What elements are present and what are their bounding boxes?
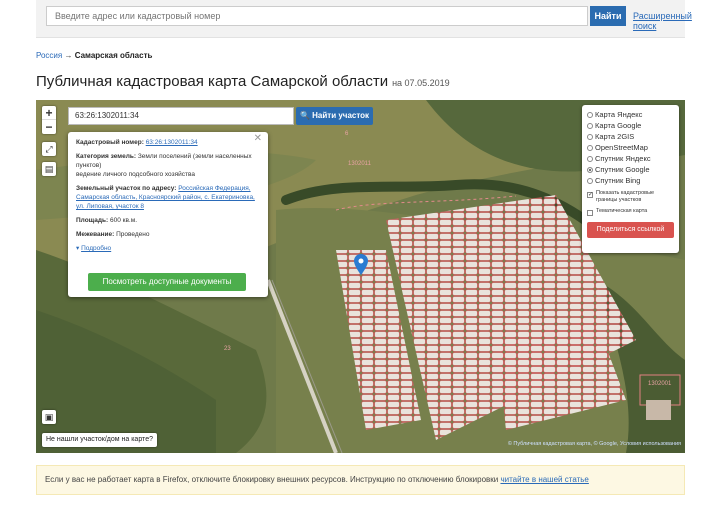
- thematic-map-label: Тематическая карта: [596, 208, 648, 214]
- not-found-button[interactable]: Не нашли участок/дом на карте?: [42, 433, 157, 447]
- show-borders-label: Показать кадастровые границы участков: [596, 190, 655, 203]
- parcel-search-input[interactable]: 63:26:1302011:34: [68, 107, 294, 125]
- share-link-button[interactable]: Поделиться ссылкой: [587, 222, 674, 238]
- radio-icon[interactable]: [587, 156, 593, 162]
- area-row: Площадь: 600 кв.м.: [76, 216, 260, 225]
- layer-label: Карта Google: [595, 121, 642, 130]
- map-label-23: 23: [224, 346, 231, 352]
- layer-option-bing-satellite[interactable]: Спутник Bing: [587, 175, 674, 186]
- layers-panel: Карта Яндекс Карта Google Карта 2GIS Ope…: [582, 105, 679, 253]
- land-category-row: Категория земель: Земли поселений (земли…: [76, 152, 260, 179]
- details-link[interactable]: Подробно: [81, 245, 111, 252]
- radio-icon[interactable]: [587, 145, 593, 151]
- breadcrumb-separator: →: [64, 51, 73, 60]
- layer-option-osm[interactable]: OpenStreetMap: [587, 142, 674, 153]
- map-attribution: © Публичная кадастровая карта, © Google,…: [507, 441, 681, 447]
- layer-option-yandex-map[interactable]: Карта Яндекс: [587, 109, 674, 120]
- layer-option-google-satellite[interactable]: Спутник Google: [587, 164, 674, 175]
- map-label-6: 6: [345, 131, 349, 137]
- land-category-label: Категория земель:: [76, 153, 137, 160]
- checkbox-icon[interactable]: [587, 210, 593, 216]
- page-title-date: на 07.05.2019: [392, 78, 450, 88]
- breadcrumb-current: Самарская область: [74, 51, 153, 60]
- cadastral-number-label: Кадастровый номер:: [76, 139, 144, 146]
- cadastral-map[interactable]: 6 1302011 23 1302001 + − ⤢ ▤ 63:26:13020…: [36, 100, 685, 453]
- breadcrumb-russia-link[interactable]: Россия: [36, 51, 62, 60]
- map-label-1302011: 1302011: [348, 161, 371, 167]
- notice-text: Если у вас не работает карта в Firefox, …: [45, 475, 501, 484]
- radio-icon[interactable]: [587, 134, 593, 140]
- address-row: Земельный участок по адресу: Российская …: [76, 184, 260, 211]
- zoom-in-button[interactable]: +: [42, 106, 56, 120]
- zoom-out-button[interactable]: −: [42, 120, 56, 134]
- find-button[interactable]: Найти: [590, 6, 626, 26]
- land-use-value: ведение личного подсобного хозяйства: [76, 171, 195, 178]
- advanced-search-link[interactable]: Расширенный поиск: [633, 11, 692, 31]
- parcel-info-popup: ✕ Кадастровый номер: 63:26:1302011:34 Ка…: [68, 132, 268, 297]
- notice-article-link[interactable]: читайте в нашей статье: [500, 475, 588, 484]
- layer-option-yandex-satellite[interactable]: Спутник Яндекс: [587, 153, 674, 164]
- thematic-map-toggle[interactable]: Тематическая карта: [587, 208, 674, 216]
- survey-row: Межевание: Проведено: [76, 230, 260, 239]
- zoom-control: + −: [42, 106, 56, 134]
- radio-icon[interactable]: [587, 178, 593, 184]
- layer-option-google-map[interactable]: Карта Google: [587, 120, 674, 131]
- address-search-input[interactable]: [46, 6, 588, 26]
- layer-option-2gis-map[interactable]: Карта 2GIS: [587, 131, 674, 142]
- area-label: Площадь:: [76, 217, 109, 224]
- find-parcel-label: Найти участок: [312, 111, 370, 120]
- page-title: Публичная кадастровая карта Самарской об…: [36, 73, 450, 90]
- fullscreen-icon[interactable]: ⤢: [42, 142, 56, 156]
- checkbox-checked-icon[interactable]: ✓: [587, 192, 593, 198]
- layers-toggle-icon[interactable]: ▣: [42, 410, 56, 424]
- map-label-1302001: 1302001: [648, 381, 672, 387]
- page-title-text: Публичная кадастровая карта Самарской об…: [36, 73, 389, 90]
- address-label: Земельный участок по адресу:: [76, 185, 177, 192]
- layer-label: Спутник Яндекс: [595, 154, 651, 163]
- layer-label: Карта Яндекс: [595, 110, 643, 119]
- breadcrumb: Россия → Самарская область: [36, 51, 152, 60]
- find-parcel-button[interactable]: 🔍 Найти участок: [296, 107, 373, 125]
- survey-label: Межевание:: [76, 231, 115, 238]
- details-toggle[interactable]: ▾ Подробно: [76, 244, 260, 253]
- close-icon[interactable]: ✕: [254, 134, 262, 144]
- search-icon: 🔍: [299, 111, 310, 120]
- radio-icon[interactable]: [587, 112, 593, 118]
- survey-value: Проведено: [116, 231, 150, 238]
- radio-icon[interactable]: [587, 123, 593, 129]
- radio-selected-icon[interactable]: [587, 167, 593, 173]
- chevron-down-icon: ▾: [76, 245, 80, 252]
- firefox-notice: Если у вас не работает карта в Firefox, …: [36, 465, 685, 495]
- layer-label: Спутник Google: [595, 165, 650, 174]
- cadastral-number-link[interactable]: 63:26:1302011:34: [146, 139, 198, 146]
- layer-label: Карта 2GIS: [595, 132, 635, 141]
- layer-label: OpenStreetMap: [595, 143, 648, 152]
- cadastral-number-row: Кадастровый номер: 63:26:1302011:34: [76, 138, 260, 147]
- map-pin-icon[interactable]: [354, 254, 368, 276]
- show-borders-toggle[interactable]: ✓ Показать кадастровые границы участков: [587, 190, 674, 204]
- view-documents-button[interactable]: Посмотреть доступные документы: [88, 273, 246, 291]
- print-icon[interactable]: ▤: [42, 162, 56, 176]
- layer-label: Спутник Bing: [595, 176, 641, 185]
- area-value: 600 кв.м.: [109, 217, 137, 224]
- top-search-bar: Найти Расширенный поиск: [36, 0, 692, 38]
